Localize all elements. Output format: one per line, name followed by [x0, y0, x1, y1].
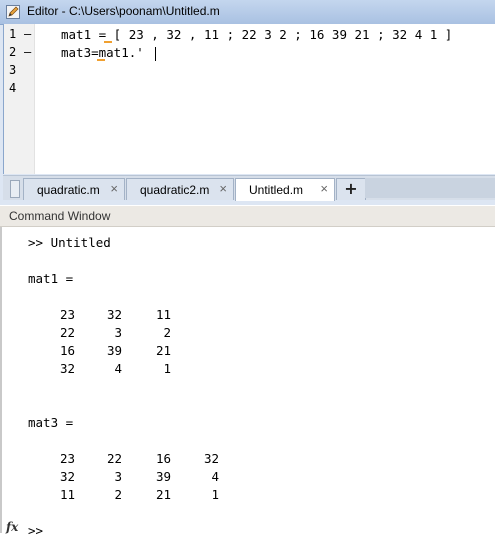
matrix-cell: 22 — [59, 325, 75, 340]
tab-quadratic[interactable]: quadratic.m × — [23, 178, 125, 200]
tab-untitled[interactable]: Untitled.m × — [235, 178, 335, 201]
function-browser-icon[interactable]: fx — [6, 520, 18, 534]
matrix-cell: 3 — [114, 469, 122, 484]
line-number: 1 — [9, 27, 17, 41]
matrix-cell: 32 — [203, 451, 219, 466]
matrix-cell: 32 — [59, 469, 75, 484]
output-variable-label: mat1 = — [28, 271, 74, 286]
tab-label: quadratic2.m — [140, 183, 210, 197]
close-icon[interactable]: × — [320, 181, 328, 196]
matrix-cell: 11 — [59, 487, 75, 502]
executed-command: >> Untitled — [28, 235, 111, 250]
code-line[interactable]: mat3=mat1.' — [61, 45, 144, 60]
matrix-cell: 1 — [163, 361, 171, 376]
matrix-cell: 2 — [114, 487, 122, 502]
add-tab-button[interactable]: + — [336, 178, 366, 200]
editor-pencil-icon — [6, 5, 20, 19]
matrix-cell: 39 — [155, 469, 171, 484]
editor-window: Editor - C:\Users\poonam\Untitled.m 1 – … — [0, 0, 495, 205]
matrix-cell: 4 — [211, 469, 219, 484]
matrix-cell: 16 — [59, 343, 75, 358]
line-number-gutter: 1 – 2 – 3 4 — [4, 24, 35, 174]
line-number: 3 — [9, 63, 17, 77]
output-variable-label: mat3 = — [28, 415, 74, 430]
code-line[interactable]: mat1 = [ 23 , 32 , 11 ; 22 3 2 ; 16 39 2… — [61, 27, 452, 42]
warning-underline — [104, 41, 112, 43]
line-number: 4 — [9, 81, 17, 95]
command-window-output[interactable]: >> Untitled mat1 = 23 32 11 22 3 2 16 39… — [0, 227, 495, 538]
matrix-cell: 22 — [106, 451, 122, 466]
tab-label: quadratic.m — [37, 183, 100, 197]
matrix-cell: 39 — [106, 343, 122, 358]
matrix-cell: 21 — [155, 487, 171, 502]
tab-quadratic2[interactable]: quadratic2.m × — [126, 178, 234, 200]
matrix-cell: 23 — [59, 307, 75, 322]
tab-strip-filler — [365, 178, 495, 198]
command-window-title: Command Window — [9, 209, 111, 223]
matrix-cell: 23 — [59, 451, 75, 466]
breakpoint-marker[interactable]: – — [24, 27, 34, 41]
matrix-cell: 11 — [155, 307, 171, 322]
close-icon[interactable]: × — [219, 181, 227, 196]
breakpoint-marker[interactable]: – — [24, 45, 34, 59]
editor-titlebar[interactable]: Editor - C:\Users\poonam\Untitled.m — [0, 0, 495, 25]
warning-underline — [97, 59, 105, 61]
editor-title: Editor - C:\Users\poonam\Untitled.m — [27, 4, 220, 18]
matrix-cell: 32 — [106, 307, 122, 322]
code-editor[interactable]: 1 – 2 – 3 4 mat1 = [ 23 , 32 , 11 ; 22 3… — [3, 24, 495, 174]
command-window-titlebar[interactable]: Command Window — [0, 206, 495, 227]
text-cursor — [155, 47, 156, 61]
close-icon[interactable]: × — [110, 181, 118, 196]
tab-label: Untitled.m — [249, 183, 304, 197]
line-number: 2 — [9, 45, 17, 59]
editor-tab-strip: quadratic.m × quadratic2.m × Untitled.m … — [3, 175, 495, 201]
command-window-border — [0, 227, 2, 533]
matrix-cell: 1 — [211, 487, 219, 502]
matrix-cell: 4 — [114, 361, 122, 376]
matrix-cell: 32 — [59, 361, 75, 376]
matrix-cell: 2 — [163, 325, 171, 340]
matrix-cell: 16 — [155, 451, 171, 466]
tab-scroll-grip[interactable] — [10, 180, 20, 198]
command-window: Command Window >> Untitled mat1 = 23 32 … — [0, 206, 495, 538]
command-prompt[interactable]: >> — [28, 523, 43, 538]
matrix-cell: 3 — [114, 325, 122, 340]
matrix-cell: 21 — [155, 343, 171, 358]
